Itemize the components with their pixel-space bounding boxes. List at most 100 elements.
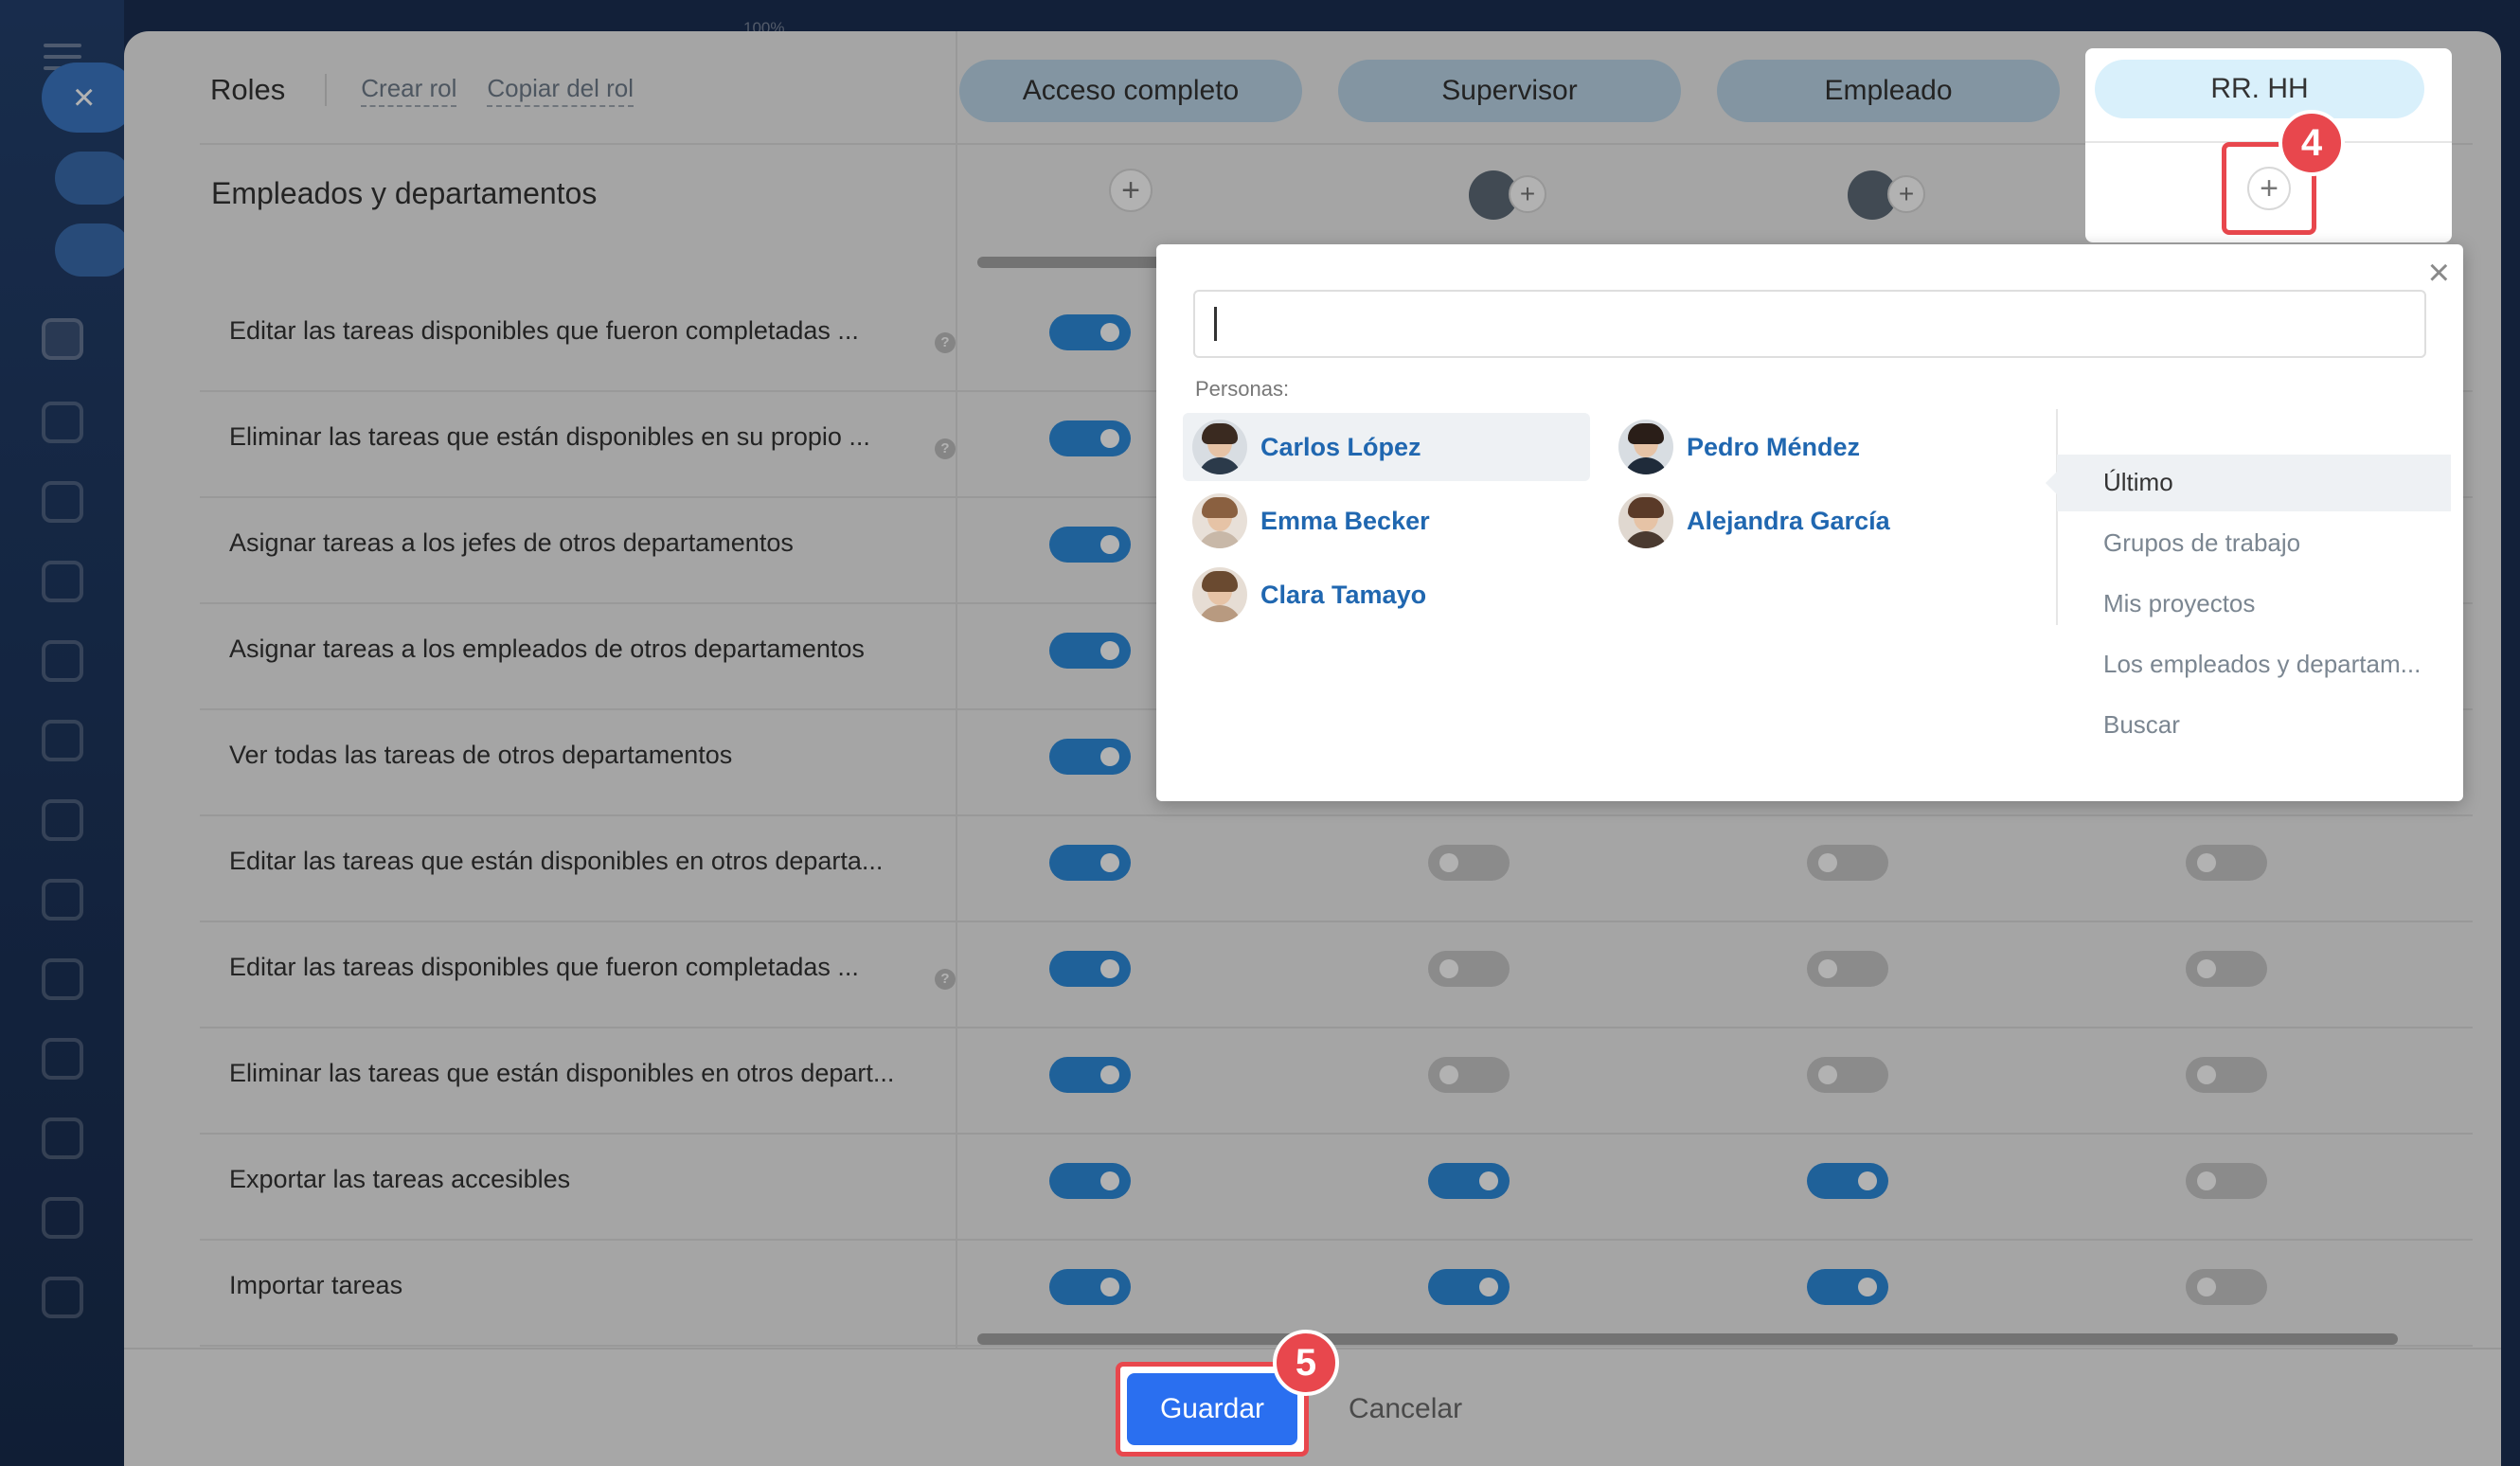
permission-toggle[interactable] xyxy=(1428,951,1510,987)
cancel-button[interactable]: Cancelar xyxy=(1349,1393,1462,1425)
section-title: Empleados y departamentos xyxy=(211,176,598,210)
menu-item-employees-departments[interactable]: Los empleados y departam... xyxy=(2103,650,2421,679)
permission-toggle[interactable] xyxy=(1049,420,1131,456)
marketing-icon[interactable] xyxy=(42,799,83,841)
add-member-button-full-access[interactable]: + xyxy=(1109,169,1153,212)
permission-toggle[interactable] xyxy=(1807,1057,1888,1093)
permission-toggle[interactable] xyxy=(2186,1163,2267,1199)
avatar xyxy=(1192,420,1247,474)
knowledge-icon[interactable] xyxy=(42,1038,83,1080)
person-item[interactable]: Pedro Méndez xyxy=(1609,413,2016,481)
menu-item-my-projects[interactable]: Mis proyectos xyxy=(2103,589,2255,618)
add-member-button-supervisor[interactable]: + xyxy=(1509,175,1546,213)
role-header-supervisor[interactable]: Supervisor xyxy=(1338,60,1681,122)
permission-label: Eliminar las tareas que están disponible… xyxy=(229,422,870,451)
create-role-link[interactable]: Crear rol xyxy=(361,74,457,107)
permission-label: Exportar las tareas accesibles xyxy=(229,1165,571,1193)
permission-toggle[interactable] xyxy=(1807,1269,1888,1305)
menu-item-workgroups[interactable]: Grupos de trabajo xyxy=(2103,528,2300,558)
person-name: Alejandra García xyxy=(1687,506,1890,535)
role-header-hr[interactable]: RR. HH xyxy=(2095,60,2424,118)
permission-toggle[interactable] xyxy=(1049,1057,1131,1093)
save-button[interactable]: Guardar xyxy=(1127,1373,1297,1445)
avatar xyxy=(1192,493,1247,548)
permission-toggle[interactable] xyxy=(1049,845,1131,881)
permission-toggle[interactable] xyxy=(1428,845,1510,881)
person-name: Pedro Méndez xyxy=(1687,432,1861,461)
permission-toggle[interactable] xyxy=(1049,633,1131,669)
permission-toggle[interactable] xyxy=(1807,1163,1888,1199)
roles-header: Roles Crear rol Copiar del rol xyxy=(210,73,664,107)
person-item[interactable]: Alejandra García xyxy=(1609,487,2016,555)
help-icon[interactable]: ? xyxy=(935,969,956,990)
mail-icon[interactable] xyxy=(42,879,83,921)
permission-label: Importar tareas xyxy=(229,1271,403,1299)
add-member-button-employee[interactable]: + xyxy=(1887,175,1925,213)
calendar-icon[interactable] xyxy=(42,640,83,682)
permission-toggle[interactable] xyxy=(1428,1057,1510,1093)
person-name: Carlos López xyxy=(1260,432,1421,461)
edit-icon[interactable] xyxy=(42,1117,83,1159)
settings-icon[interactable] xyxy=(42,1277,83,1318)
help-icon[interactable]: ? xyxy=(935,438,956,459)
permission-toggle[interactable] xyxy=(1049,527,1131,563)
copilot-icon[interactable] xyxy=(42,402,83,443)
permission-toggle[interactable] xyxy=(1049,1163,1131,1199)
step-badge-5: 5 xyxy=(1273,1330,1339,1396)
menu-item-search[interactable]: Buscar xyxy=(2103,710,2180,740)
row-divider xyxy=(200,1133,2473,1135)
help-icon[interactable]: ? xyxy=(935,332,956,353)
menu-item-recent[interactable]: Último xyxy=(2103,468,2173,497)
app-sidebar: × xyxy=(0,0,136,1466)
permissions-label-column xyxy=(200,31,957,1348)
open-new-window-button[interactable] xyxy=(55,223,131,277)
permission-toggle[interactable] xyxy=(2186,1057,2267,1093)
search-input[interactable] xyxy=(1193,290,2426,358)
copy-role-link[interactable]: Copiar del rol xyxy=(487,74,634,107)
gallery-icon[interactable] xyxy=(42,1197,83,1239)
person-item[interactable]: Clara Tamayo xyxy=(1183,561,1590,629)
role-header-full-access[interactable]: Acceso completo xyxy=(959,60,1302,122)
permission-toggle[interactable] xyxy=(1049,951,1131,987)
drive-icon[interactable] xyxy=(42,720,83,761)
permission-toggle[interactable] xyxy=(1807,951,1888,987)
person-item[interactable]: Carlos López xyxy=(1183,413,1590,481)
permission-toggle[interactable] xyxy=(2186,1269,2267,1305)
row-divider xyxy=(200,1027,2473,1028)
permission-toggle[interactable] xyxy=(2186,951,2267,987)
member-selector-popup: × Personas: Carlos López Pedro Méndez Em… xyxy=(1156,244,2463,801)
crm-icon[interactable] xyxy=(42,561,83,602)
permission-label: Ver todas las tareas de otros departamen… xyxy=(229,741,733,769)
add-member-button-hr[interactable]: + xyxy=(2247,167,2291,210)
sites-icon[interactable] xyxy=(42,958,83,1000)
permission-toggle[interactable] xyxy=(1049,739,1131,775)
permission-toggle[interactable] xyxy=(1428,1269,1510,1305)
page-title: Roles xyxy=(210,73,286,106)
avatar xyxy=(1192,567,1247,622)
bottom-horizontal-scrollbar[interactable] xyxy=(977,1333,2398,1345)
permission-toggle[interactable] xyxy=(1807,845,1888,881)
permission-toggle[interactable] xyxy=(2186,845,2267,881)
feed-icon[interactable] xyxy=(42,481,83,523)
permission-label: Editar las tareas disponibles que fueron… xyxy=(229,953,859,981)
permission-toggle[interactable] xyxy=(1428,1163,1510,1199)
close-icon[interactable]: × xyxy=(2428,254,2450,292)
row-divider xyxy=(200,1345,2473,1347)
menu-divider xyxy=(2056,409,2058,625)
tasks-icon[interactable] xyxy=(42,318,83,360)
avatar xyxy=(1618,420,1673,474)
role-header-employee[interactable]: Empleado xyxy=(1717,60,2060,122)
permission-label: Editar las tareas disponibles que fueron… xyxy=(229,316,859,345)
top-horizontal-scrollbar[interactable] xyxy=(977,257,1167,268)
permission-toggle[interactable] xyxy=(1049,314,1131,350)
person-item[interactable]: Emma Becker xyxy=(1183,487,1590,555)
row-divider xyxy=(200,921,2473,922)
close-slider-button[interactable]: × xyxy=(42,63,136,133)
close-icon: × xyxy=(73,76,96,118)
row-divider xyxy=(200,814,2473,816)
permission-label: Eliminar las tareas que están disponible… xyxy=(229,1059,895,1087)
permission-toggle[interactable] xyxy=(1049,1269,1131,1305)
permission-label: Asignar tareas a los empleados de otros … xyxy=(229,635,865,663)
permission-label: Editar las tareas que están disponibles … xyxy=(229,847,884,875)
copy-link-button[interactable] xyxy=(55,152,131,205)
